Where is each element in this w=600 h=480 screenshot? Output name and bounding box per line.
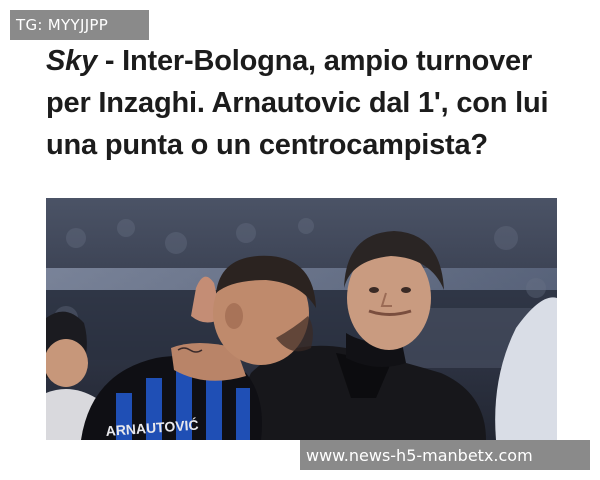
article-photo: ARNAUTOVIĆ xyxy=(46,198,557,440)
headline-source: Sky xyxy=(46,45,97,77)
watermark: www.news-h5-manbetx.com xyxy=(300,440,590,470)
tg-badge: TG: MYYJJPP xyxy=(10,10,149,40)
headline-text: - Inter-Bologna, ampio turnover per Inza… xyxy=(46,45,549,161)
article-headline: Sky - Inter-Bologna, ampio turnover per … xyxy=(46,40,566,166)
